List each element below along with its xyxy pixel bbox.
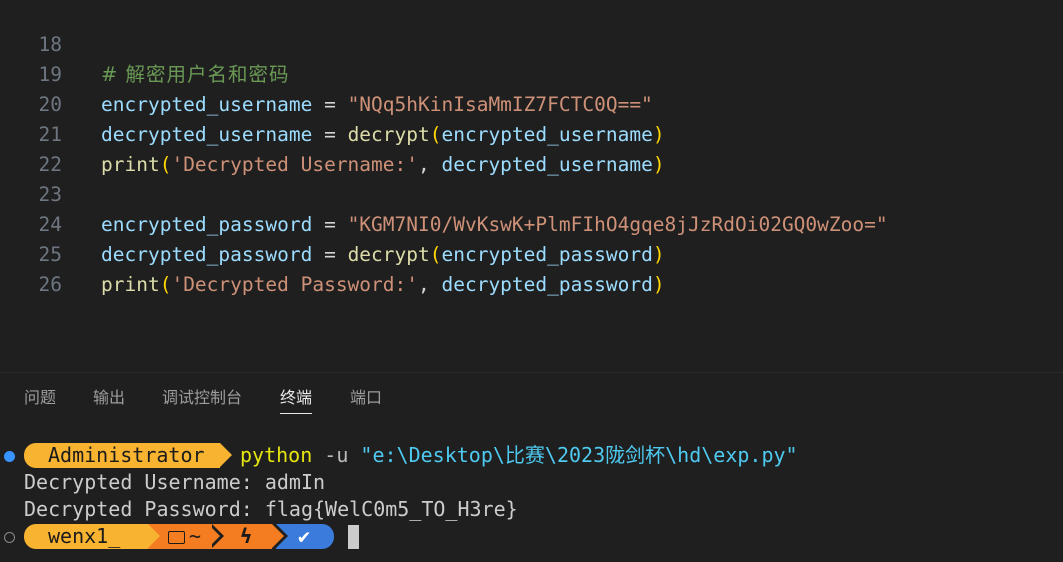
code-paren: ) [652, 273, 665, 296]
code-line-25: 25 print('Decrypted Password:', decrypte… [0, 210, 1063, 296]
tab-debug-console[interactable]: 调试控制台 [162, 386, 242, 416]
command-flag: -u [312, 443, 361, 467]
command-success-dot[interactable] [4, 451, 15, 462]
code-line-18: 18 # 解密用户名和密码 [0, 0, 1063, 86]
prompt-arrow [148, 524, 160, 548]
command-name: python [240, 443, 313, 467]
terminal-prompt-line: wenx1_ ~ ϟ ✔ [0, 523, 1063, 550]
code-function: print [101, 273, 160, 296]
code-line-26: 26 [0, 240, 1063, 296]
code-separator: , [418, 273, 442, 296]
panel-tabs: 问题 输出 调试控制台 终端 端口 [0, 373, 1063, 425]
code-line-20: 20 decrypted_username = decrypt(encrypte… [0, 60, 1063, 146]
prompt-arrow [220, 443, 232, 467]
terminal-cursor [348, 525, 359, 549]
prompt-arrow [272, 524, 284, 548]
code-paren: ( [159, 273, 172, 296]
tab-terminal[interactable]: 终端 [280, 386, 313, 416]
command-path: "e:\Desktop\比赛\2023陇剑杯\hd\exp.py" [360, 443, 798, 467]
terminal-output-line: Decrypted Password: flag{WelC0m5_TO_H3re… [0, 496, 1063, 523]
prompt-dir-text: ~ [189, 524, 202, 548]
code-line-24: 24 decrypted_password = decrypt(encrypte… [0, 180, 1063, 266]
terminal-command-line: Administrator python -u "e:\Desktop\比赛\2… [0, 442, 1063, 469]
tab-problems[interactable]: 问题 [24, 386, 56, 416]
terminal-output-password: Decrypted Password: flag{WelC0m5_TO_H3re… [24, 497, 518, 521]
prompt-user-segment: wenx1_ [24, 524, 150, 549]
terminal-command: python -u "e:\Desktop\比赛\2023陇剑杯\hd\exp.… [240, 442, 798, 469]
code-line-19: 19 encrypted_username = "NQq5hKinIsaMmIZ… [0, 30, 1063, 116]
prompt-arrow [208, 524, 220, 548]
folder-icon [168, 531, 185, 544]
tab-output[interactable]: 输出 [93, 386, 125, 416]
lightning-icon: ϟ [240, 524, 253, 548]
command-pending-dot [4, 532, 15, 543]
bottom-panel: 问题 输出 调试控制台 终端 端口 Administrator python -… [0, 372, 1063, 562]
tab-ports[interactable]: 端口 [350, 386, 382, 416]
line-number: 26 [38, 273, 62, 296]
code-line-23: 23 encrypted_password = "KGM7NI0/WvKswK+… [0, 150, 1063, 236]
terminal-output-line: Decrypted Username: admIn [0, 469, 1063, 496]
checkmark-icon: ✔ [298, 524, 311, 548]
code-string: 'Decrypted Password:' [171, 273, 418, 296]
code-argument: decrypted_password [441, 273, 653, 296]
code-line-21: 21 print('Decrypted Username:', decrypte… [0, 90, 1063, 176]
code-line-22: 22 [0, 120, 1063, 176]
code-editor[interactable]: 18 # 解密用户名和密码 19 encrypted_username = "N… [0, 0, 1063, 372]
terminal-output-username: Decrypted Username: admIn [24, 470, 326, 494]
prompt-user-segment: Administrator [24, 443, 220, 468]
